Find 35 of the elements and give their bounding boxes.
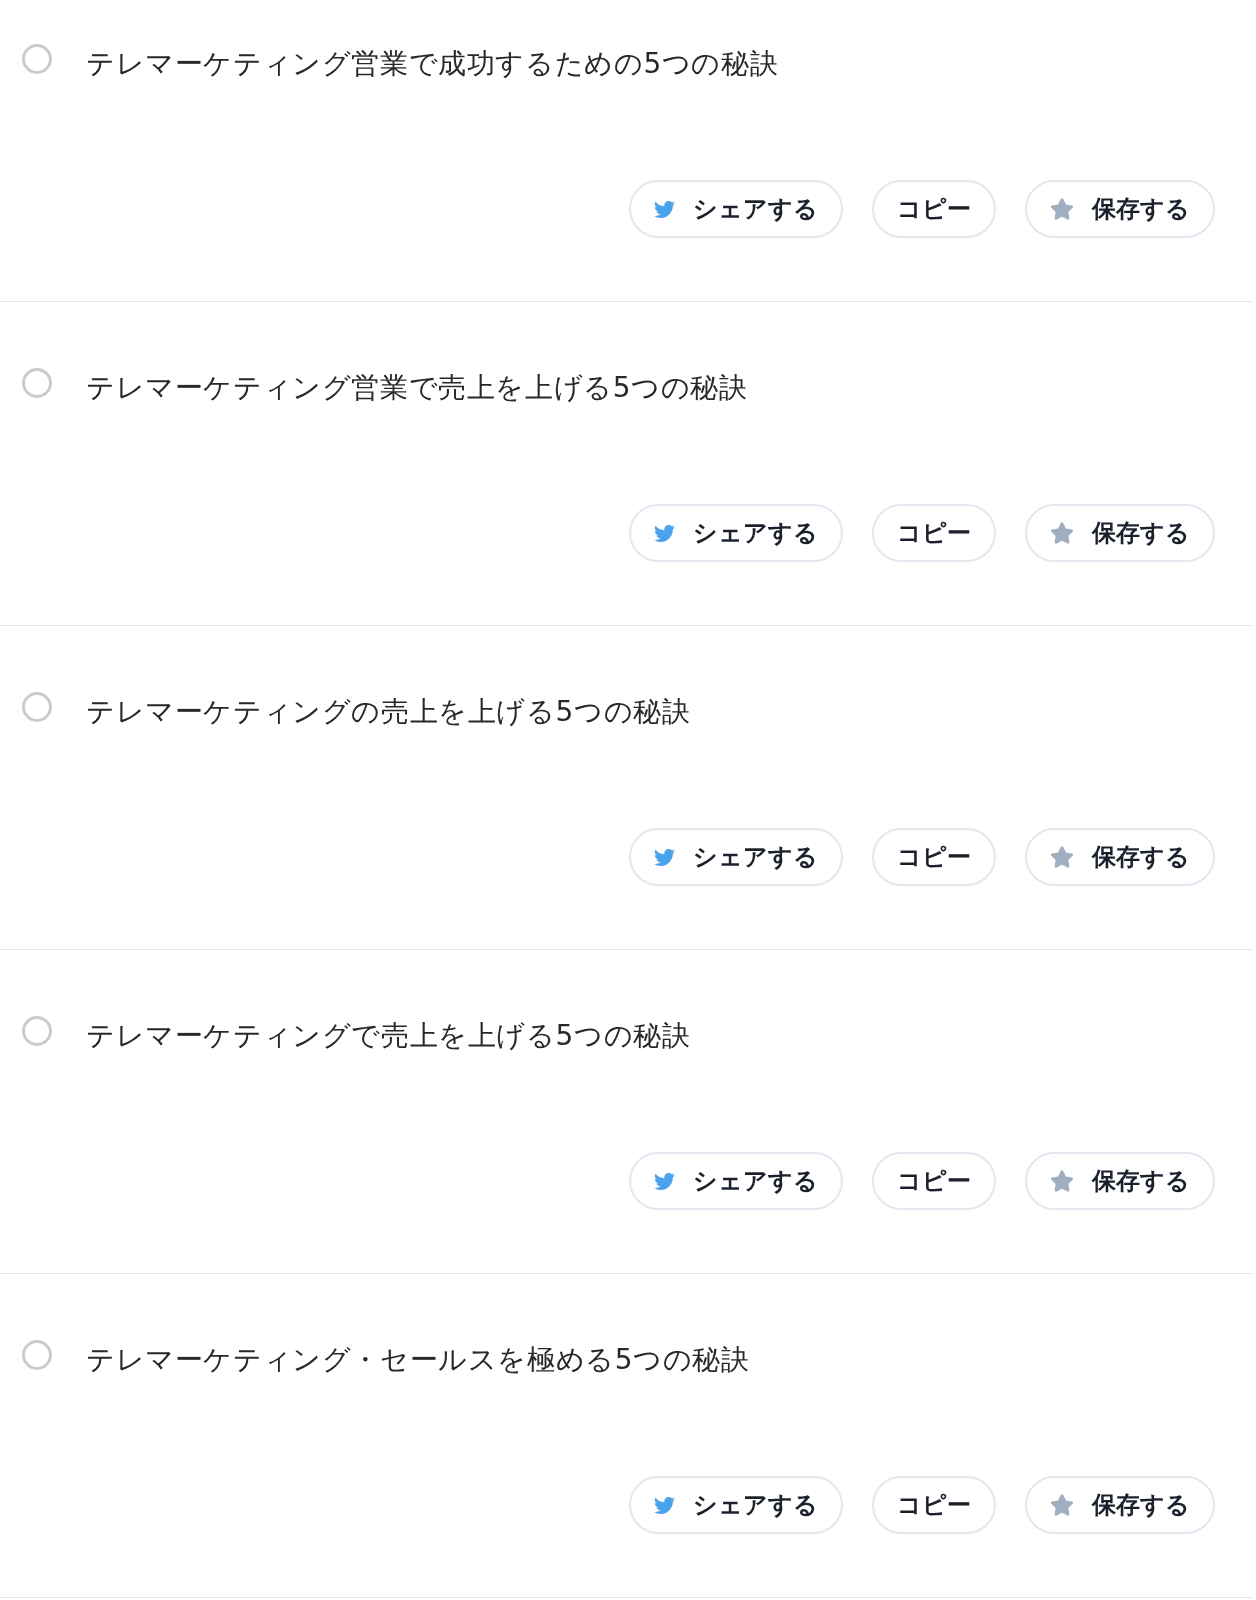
- copy-button[interactable]: コピー: [872, 504, 996, 562]
- save-button[interactable]: 保存する: [1025, 504, 1215, 562]
- save-button[interactable]: 保存する: [1025, 1152, 1215, 1210]
- headline-text: テレマーケティング営業で売上を上げる5つの秘訣: [86, 370, 748, 406]
- copy-button[interactable]: コピー: [872, 180, 996, 238]
- bird-icon: [654, 522, 675, 544]
- copy-button[interactable]: コピー: [872, 828, 996, 886]
- copy-button[interactable]: コピー: [872, 1476, 996, 1534]
- share-button[interactable]: シェアする: [629, 180, 843, 238]
- bird-icon: [654, 1494, 675, 1516]
- radio-button[interactable]: [22, 368, 52, 398]
- star-icon: [1050, 845, 1074, 869]
- bird-icon: [654, 846, 675, 868]
- share-button[interactable]: シェアする: [629, 1152, 843, 1210]
- headline-text: テレマーケティングの売上を上げる5つの秘訣: [86, 694, 691, 730]
- share-button[interactable]: シェアする: [629, 1476, 843, 1534]
- star-icon: [1050, 521, 1074, 545]
- save-button[interactable]: 保存する: [1025, 1476, 1215, 1534]
- star-icon: [1050, 1493, 1074, 1517]
- star-icon: [1050, 197, 1074, 221]
- share-button[interactable]: シェアする: [629, 828, 843, 886]
- radio-button[interactable]: [22, 692, 52, 722]
- copy-button[interactable]: コピー: [872, 1152, 996, 1210]
- share-button[interactable]: シェアする: [629, 504, 843, 562]
- radio-button[interactable]: [22, 1340, 52, 1370]
- save-button[interactable]: 保存する: [1025, 180, 1215, 238]
- bird-icon: [654, 198, 675, 220]
- headline-text: テレマーケティングで売上を上げる5つの秘訣: [86, 1018, 691, 1054]
- headline-text: テレマーケティング営業で成功するための5つの秘訣: [86, 46, 779, 82]
- star-icon: [1050, 1169, 1074, 1193]
- headline-text: テレマーケティング・セールスを極める5つの秘訣: [86, 1342, 750, 1378]
- radio-button[interactable]: [22, 44, 52, 74]
- save-button[interactable]: 保存する: [1025, 828, 1215, 886]
- bird-icon: [654, 1170, 675, 1192]
- radio-button[interactable]: [22, 1016, 52, 1046]
